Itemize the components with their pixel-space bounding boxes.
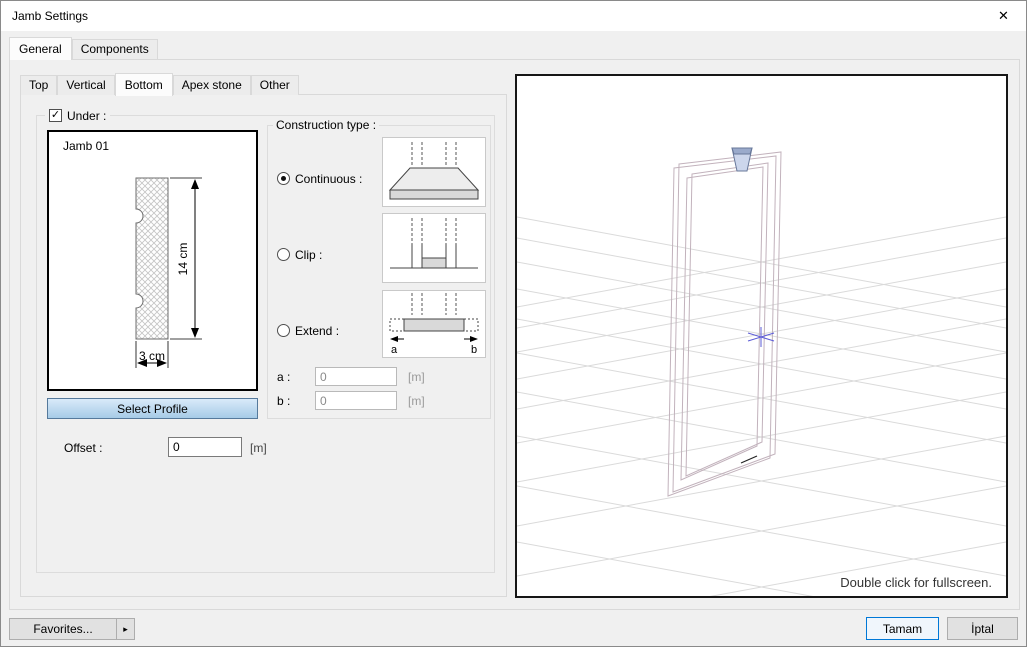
under-checkbox-row: ✓ Under : [45,108,110,123]
offset-unit: [m] [250,441,267,455]
extend-diagram: a b [382,290,486,358]
continuous-label: Continuous : [295,172,362,186]
a-label: a : [277,370,315,384]
preview-3d-scene [517,76,1006,596]
profile-drawing: 14 cm 3 cm [49,132,256,389]
tab-other[interactable]: Other [251,75,299,95]
favorites-expander-button[interactable]: ▸ [116,618,135,640]
extend-b-row: b : [m] [277,391,425,410]
a-unit: [m] [408,370,425,384]
offset-input[interactable] [168,437,242,457]
tab-components[interactable]: Components [72,39,158,59]
clip-diagram [382,213,486,283]
jamb-frame-wireframe [668,152,781,496]
b-label: b : [277,394,315,408]
construction-type-title: Construction type : [273,119,379,132]
close-icon: ✕ [998,8,1009,23]
extend-label: Extend : [295,324,339,338]
close-button[interactable]: ✕ [981,1,1026,31]
b-unit: [m] [408,394,425,408]
continuous-radio[interactable] [277,172,290,185]
select-profile-button[interactable]: Select Profile [47,398,258,419]
window-title: Jamb Settings [12,1,88,31]
general-tab-page: Top Vertical Bottom Apex stone Other ✓ U… [9,59,1020,610]
position-tabstrip: Top Vertical Bottom Apex stone Other [20,74,299,95]
offset-label: Offset : [64,441,102,455]
b-input [315,391,397,410]
under-checkbox[interactable]: ✓ [49,109,62,122]
extend-a-mark: a [391,344,398,356]
tab-vertical[interactable]: Vertical [57,75,114,95]
jamb-settings-dialog: Jamb Settings ✕ General Components Top V… [0,0,1027,647]
ok-button[interactable]: Tamam [866,617,939,640]
arrow-right-icon: ▸ [123,624,128,634]
bottom-tab-page: ✓ Under : Jamb 01 [20,94,507,597]
a-input [315,367,397,386]
profile-preview: Jamb 01 [47,130,258,391]
continuous-diagram [382,137,486,207]
cancel-button[interactable]: İptal [947,617,1018,640]
under-groupbox: ✓ Under : Jamb 01 [36,115,495,573]
profile-shape [136,178,168,339]
fullscreen-hint: Double click for fullscreen. [840,575,992,590]
construction-type-groupbox: Construction type : Continuous : [267,125,491,419]
under-label: Under : [67,109,106,123]
extend-a-row: a : [m] [277,367,425,386]
tab-apex-stone[interactable]: Apex stone [173,75,251,95]
check-icon: ✓ [51,110,60,121]
extend-radio[interactable] [277,324,290,337]
radio-row-clip[interactable]: Clip : [277,247,322,262]
dim-height-label: 14 cm [176,243,190,276]
extend-b-mark: b [471,344,477,356]
radio-row-extend[interactable]: Extend : [277,323,339,338]
favorites-button[interactable]: Favorites... [9,618,117,640]
preview-viewport[interactable]: Double click for fullscreen. [515,74,1008,598]
clip-radio[interactable] [277,248,290,261]
tab-general[interactable]: General [9,37,72,60]
profile-name: Jamb 01 [63,139,109,153]
tab-top[interactable]: Top [20,75,57,95]
clip-label: Clip : [295,248,322,262]
title-bar: Jamb Settings ✕ [1,1,1026,31]
dim-width-label: 3 cm [139,349,165,363]
origin-crosshair [748,327,774,347]
tab-bottom[interactable]: Bottom [115,73,173,96]
main-tabstrip: General Components [9,38,158,59]
radio-row-continuous[interactable]: Continuous : [277,171,362,186]
